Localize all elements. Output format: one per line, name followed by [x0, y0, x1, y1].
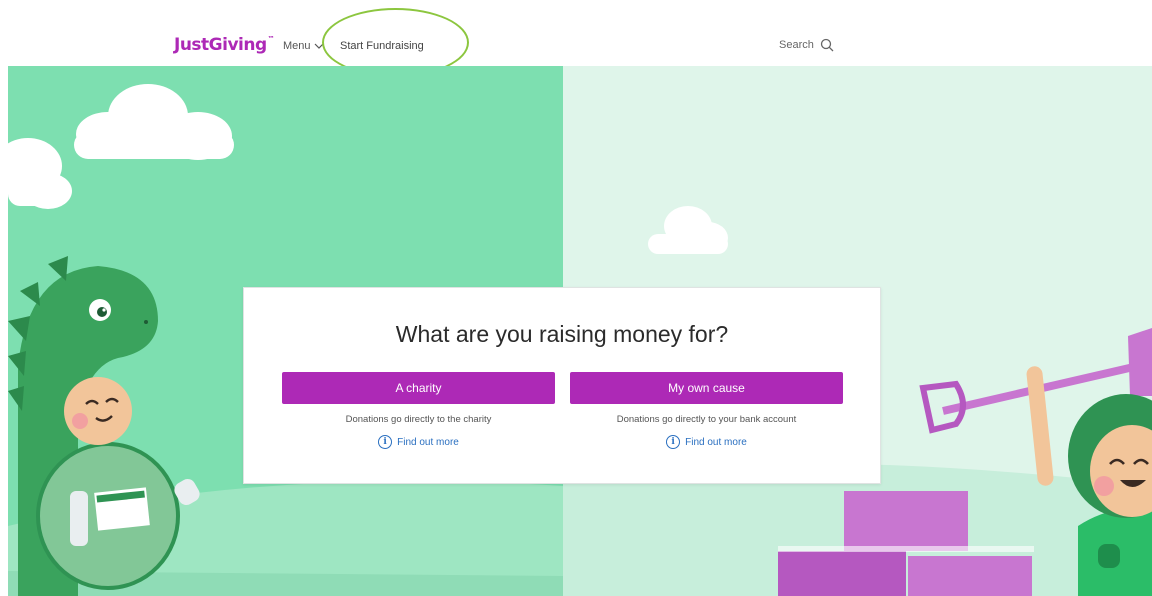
menu-button[interactable]: Menu	[283, 40, 324, 52]
own-cause-button[interactable]: My own cause	[570, 372, 843, 404]
charity-button[interactable]: A charity	[282, 372, 555, 404]
option-charity: A charity Donations go directly to the c…	[282, 372, 555, 449]
card-title: What are you raising money for?	[395, 321, 729, 347]
chevron-down-icon	[314, 43, 323, 49]
link-label: Find out more	[685, 436, 747, 448]
logo-text: JustGiving	[174, 35, 267, 55]
cause-selection-card: What are you raising money for? A charit…	[243, 287, 881, 484]
search-label: Search	[779, 39, 814, 51]
search-button[interactable]: Search	[779, 38, 834, 52]
info-icon: i	[378, 435, 393, 449]
start-fundraising-link[interactable]: Start Fundraising	[340, 40, 424, 52]
find-out-more-link[interactable]: i Find out more	[666, 435, 747, 449]
option-own-cause: My own cause Donations go directly to yo…	[570, 372, 843, 449]
option-description: Donations go directly to your bank accou…	[616, 414, 797, 425]
find-out-more-link[interactable]: i Find out more	[378, 435, 459, 449]
search-icon	[820, 38, 834, 52]
justgiving-logo[interactable]: JustGiving™	[174, 35, 275, 55]
site-header: JustGiving™ Menu Start Fundraising Searc…	[0, 0, 1152, 77]
option-description: Donations go directly to the charity	[345, 414, 492, 425]
menu-label: Menu	[283, 40, 311, 52]
link-label: Find out more	[397, 436, 459, 448]
logo-trademark: ™	[267, 35, 275, 43]
info-icon: i	[666, 435, 681, 449]
